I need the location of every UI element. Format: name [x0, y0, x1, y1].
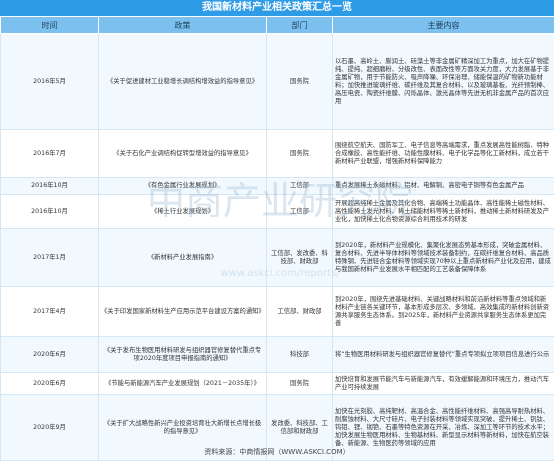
- policy-summary-document: 我国新材料产业相关政策汇总一览 时间 政策 部门 主要内容 2016年5月 《关…: [0, 0, 554, 459]
- table-row: 2020年6月 《关于发布生物医用材料研发与组织器官修复替代重点专项2020年度…: [1, 337, 554, 373]
- table-header-row: 时间 政策 部门 主要内容: [1, 17, 554, 34]
- row-content: 开展超高纯稀土金属及其化合物、高端稀土功能晶体、高性能稀土磁性材料、高性能稀土发…: [333, 195, 554, 229]
- table-row: 2016年5月 《关于促进建材工业稳增长调结构增效益的指导意见》 国务院 以石墨…: [1, 34, 554, 130]
- table-row: 2017年4月 《关于印发国家新材料生产应用示范平台建设方案的通知》 工信部、财…: [1, 287, 554, 337]
- row-time: 2020年6月: [1, 373, 99, 395]
- row-time: 2016年10月: [1, 178, 99, 195]
- row-department: 工信部、财政部: [267, 287, 333, 337]
- source-note: 资料来源：中商情报网（WWW.ASKCI.COM）: [0, 445, 554, 459]
- row-time: 2017年1月: [1, 229, 99, 287]
- row-department: 科技部: [267, 337, 333, 373]
- row-policy: 《关于印发国家新材料生产应用示范平台建设方案的通知》: [99, 287, 267, 337]
- row-time: 2016年7月: [1, 130, 99, 178]
- row-time: 2016年5月: [1, 34, 99, 130]
- table-row: 2020年6月 《节能与新能源汽车产业发展规划（2021－2035年）》 国务院…: [1, 373, 554, 395]
- row-department: 工信部、发改委、科技部、财政部: [267, 229, 333, 287]
- row-content: 到2020年，新材料产业规模化、集聚化发展态势基本形成，突破金属材料、复合材料、…: [333, 229, 554, 287]
- row-department: 工信部: [267, 195, 333, 229]
- policy-table: 时间 政策 部门 主要内容 2016年5月 《关于促进建材工业稳增长调结构增效益…: [0, 16, 554, 461]
- header-time: 时间: [1, 17, 99, 34]
- table-row: 2016年7月 《关于石化产业调结构促转型增效益的指导意见》 国务院 围绕航空航…: [1, 130, 554, 178]
- row-content: 以石墨、高岭土、膨润土、硅藻土等非金属矿精深加工为重点，加大在矿物提纯、提纯、超…: [333, 34, 554, 130]
- table-row: 2016年10月 《稀土行业发展规划》 工信部 开展超高纯稀土金属及其化合物、高…: [1, 195, 554, 229]
- row-time: 2020年6月: [1, 337, 99, 373]
- row-content: 加快培育和发展节能汽车与新能源汽车，有效缓解能源和环境压力，推动汽车产业可持续发…: [333, 373, 554, 395]
- header-content: 主要内容: [333, 17, 554, 34]
- row-policy: 《稀土行业发展规划》: [99, 195, 267, 229]
- row-policy: 《节能与新能源汽车产业发展规划（2021－2035年）》: [99, 373, 267, 395]
- header-department: 部门: [267, 17, 333, 34]
- row-time: 2017年4月: [1, 287, 99, 337]
- table-row: 2016年10月 《有色金属行业发展规划》 工信部 重点发展稀土永磁材料、铝材、…: [1, 178, 554, 195]
- row-policy: 《关于促进建材工业稳增长调结构增效益的指导意见》: [99, 34, 267, 130]
- row-content: 将“生物医用材料研发与组织器官修复替代”重点专项拟立项项目信息进行公示: [333, 337, 554, 373]
- document-title: 我国新材料产业相关政策汇总一览: [0, 0, 554, 16]
- row-department: 国务院: [267, 34, 333, 130]
- row-content: 重点发展稀土永磁材料、铝材、电解铜、高密电子铜等有色金属产品: [333, 178, 554, 195]
- row-content: 到2020年，围绕先进基础材料、关键战略材料和前沿新材料等重点领域和新材料产业链…: [333, 287, 554, 337]
- row-policy: 《有色金属行业发展规划》: [99, 178, 267, 195]
- table-row: 2017年1月 《新材料产业发展指南》 工信部、发改委、科技部、财政部 到202…: [1, 229, 554, 287]
- row-policy: 《新材料产业发展指南》: [99, 229, 267, 287]
- row-department: 国务院: [267, 130, 333, 178]
- row-content: 围绕航空航天、国防军工、电子信息等高端需求，重点发展高性能树脂、特种合成橡胶、高…: [333, 130, 554, 178]
- header-policy: 政策: [99, 17, 267, 34]
- row-department: 工信部: [267, 178, 333, 195]
- row-policy: 《关于发布生物医用材料研发与组织器官修复替代重点专项2020年度项目申报指南的通…: [99, 337, 267, 373]
- row-policy: 《关于石化产业调结构促转型增效益的指导意见》: [99, 130, 267, 178]
- row-department: 国务院: [267, 373, 333, 395]
- row-time: 2016年10月: [1, 195, 99, 229]
